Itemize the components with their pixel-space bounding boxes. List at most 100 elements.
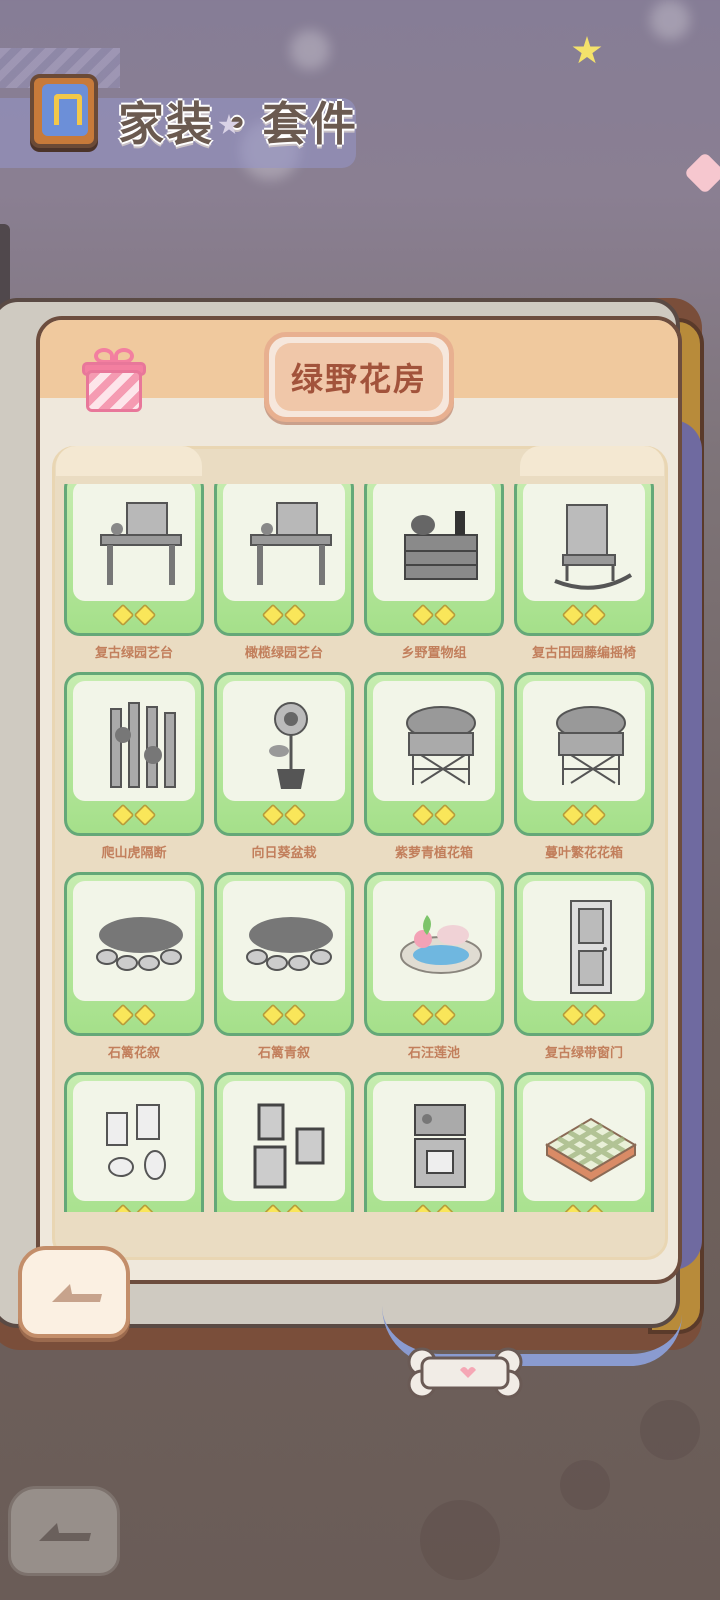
item-card[interactable]: [514, 872, 654, 1036]
rating-stars: [517, 803, 651, 827]
star-icon: [583, 803, 607, 827]
lotus-pond-icon: [400, 915, 482, 974]
star-icon: [283, 1203, 307, 1212]
furniture-item[interactable]: 乡野置物组: [364, 484, 504, 672]
frame-tab-left: [56, 446, 202, 476]
star-icon: [283, 1003, 307, 1027]
item-preview: [373, 1081, 495, 1201]
suite-title-tab: 绿野花房: [264, 332, 454, 422]
rating-stars: [67, 603, 201, 627]
rating-stars: [517, 1003, 651, 1027]
star-icon: [261, 1203, 285, 1212]
item-card[interactable]: [364, 1072, 504, 1212]
star-icon: [433, 603, 457, 627]
item-card[interactable]: [64, 672, 204, 836]
furniture-item[interactable]: 石篱青叙: [214, 872, 354, 1072]
wall-frames-icon: [106, 1104, 166, 1180]
item-card[interactable]: [514, 672, 654, 836]
star-icon: [133, 1003, 157, 1027]
item-name: 复古绿园艺台: [94, 646, 173, 661]
rating-stars: [367, 803, 501, 827]
item-preview: [373, 881, 495, 1001]
item-name: 石篱花叙: [107, 1046, 160, 1061]
gift-icon[interactable]: [82, 348, 146, 414]
item-card[interactable]: [514, 1072, 654, 1212]
potting-bench-icon: [100, 502, 182, 585]
item-name: 蔓叶繁花花箱: [544, 846, 623, 861]
item-card[interactable]: [214, 872, 354, 1036]
star-icon: [133, 803, 157, 827]
furniture-item[interactable]: 复古绿园艺台: [64, 484, 204, 672]
item-card[interactable]: [214, 672, 354, 836]
item-preview: [73, 1081, 195, 1201]
star-icon: [561, 803, 585, 827]
furniture-item[interactable]: 紫萝青植花箱: [364, 672, 504, 872]
item-name: 复古田园藤编摇椅: [531, 646, 636, 661]
furniture-item[interactable]: 石汪莲池: [364, 872, 504, 1072]
furniture-item[interactable]: [214, 1072, 354, 1212]
furniture-item[interactable]: [64, 1072, 204, 1212]
furniture-item[interactable]: 橄榄绿园艺台: [214, 484, 354, 672]
star-icon: [433, 1203, 457, 1212]
item-preview: [73, 484, 195, 601]
star-icon: [261, 1003, 285, 1027]
suite-title: 绿野花房: [290, 360, 427, 398]
item-card[interactable]: [514, 484, 654, 636]
item-preview: [523, 484, 645, 601]
item-card[interactable]: [364, 484, 504, 636]
furniture-item[interactable]: [514, 1072, 654, 1212]
furniture-item[interactable]: 向日葵盆栽: [214, 672, 354, 872]
star-icon: [261, 803, 285, 827]
furniture-item[interactable]: 蔓叶繁花花箱: [514, 672, 654, 872]
rating-stars: [217, 803, 351, 827]
item-card[interactable]: [64, 484, 204, 636]
rating-stars: [67, 1203, 201, 1212]
back-arrow-icon: [39, 1523, 91, 1541]
stone-flowerbed-icon: [96, 917, 183, 971]
item-card[interactable]: [364, 872, 504, 1036]
star-icon: [411, 1203, 435, 1212]
rating-stars: [517, 1203, 651, 1212]
vine-fence-icon: [110, 702, 176, 788]
sunflower-pot-icon: [269, 702, 308, 789]
item-card[interactable]: [364, 672, 504, 836]
items-scroll-area[interactable]: 复古绿园艺台 橄榄绿园艺台 乡野置物组 复古田园藤编摇椅爬山虎隔断 向日葵盆栽 紫萝青植花…: [60, 484, 660, 1212]
item-card[interactable]: [214, 1072, 354, 1212]
back-button[interactable]: [18, 1246, 130, 1338]
item-preview: [523, 1081, 645, 1201]
planter-box-icon: [406, 706, 476, 785]
furniture-item[interactable]: 爬山虎隔断: [64, 672, 204, 872]
item-preview: [373, 484, 495, 601]
star-icon: [583, 603, 607, 627]
picture-frames-icon: [253, 1103, 325, 1189]
item-name: 复古绿带窗门: [544, 1046, 623, 1061]
frame-tab-right: [520, 446, 664, 476]
furniture-item[interactable]: 复古田园藤编摇椅: [514, 484, 654, 672]
star-icon: [133, 603, 157, 627]
star-icon: [561, 1203, 585, 1212]
star-icon: [561, 603, 585, 627]
star-icon: [133, 1203, 157, 1212]
bottom-back-button[interactable]: [8, 1486, 120, 1576]
storage-shelf-icon: [404, 511, 478, 580]
item-preview: [73, 881, 195, 1001]
item-card[interactable]: [64, 872, 204, 1036]
paw-print-decoration: [420, 1500, 500, 1580]
paw-print-decoration: [640, 1400, 700, 1460]
star-icon: [433, 1003, 457, 1027]
furniture-item[interactable]: 石篱花叙: [64, 872, 204, 1072]
rating-stars: [367, 1203, 501, 1212]
furniture-item[interactable]: 复古绿带窗门: [514, 872, 654, 1072]
item-card[interactable]: [64, 1072, 204, 1212]
item-card[interactable]: [214, 484, 354, 636]
item-preview: [73, 681, 195, 801]
items-grid: 复古绿园艺台 橄榄绿园艺台 乡野置物组 复古田园藤编摇椅爬山虎隔断 向日葵盆栽 紫萝青植花…: [64, 484, 654, 1212]
furniture-item[interactable]: [364, 1072, 504, 1212]
rating-stars: [67, 803, 201, 827]
star-icon: [561, 1003, 585, 1027]
rating-stars: [217, 603, 351, 627]
item-name: 爬山虎隔断: [101, 846, 167, 861]
star-icon: [411, 803, 435, 827]
item-name: 紫萝青植花箱: [394, 846, 473, 861]
rating-stars: [367, 603, 501, 627]
